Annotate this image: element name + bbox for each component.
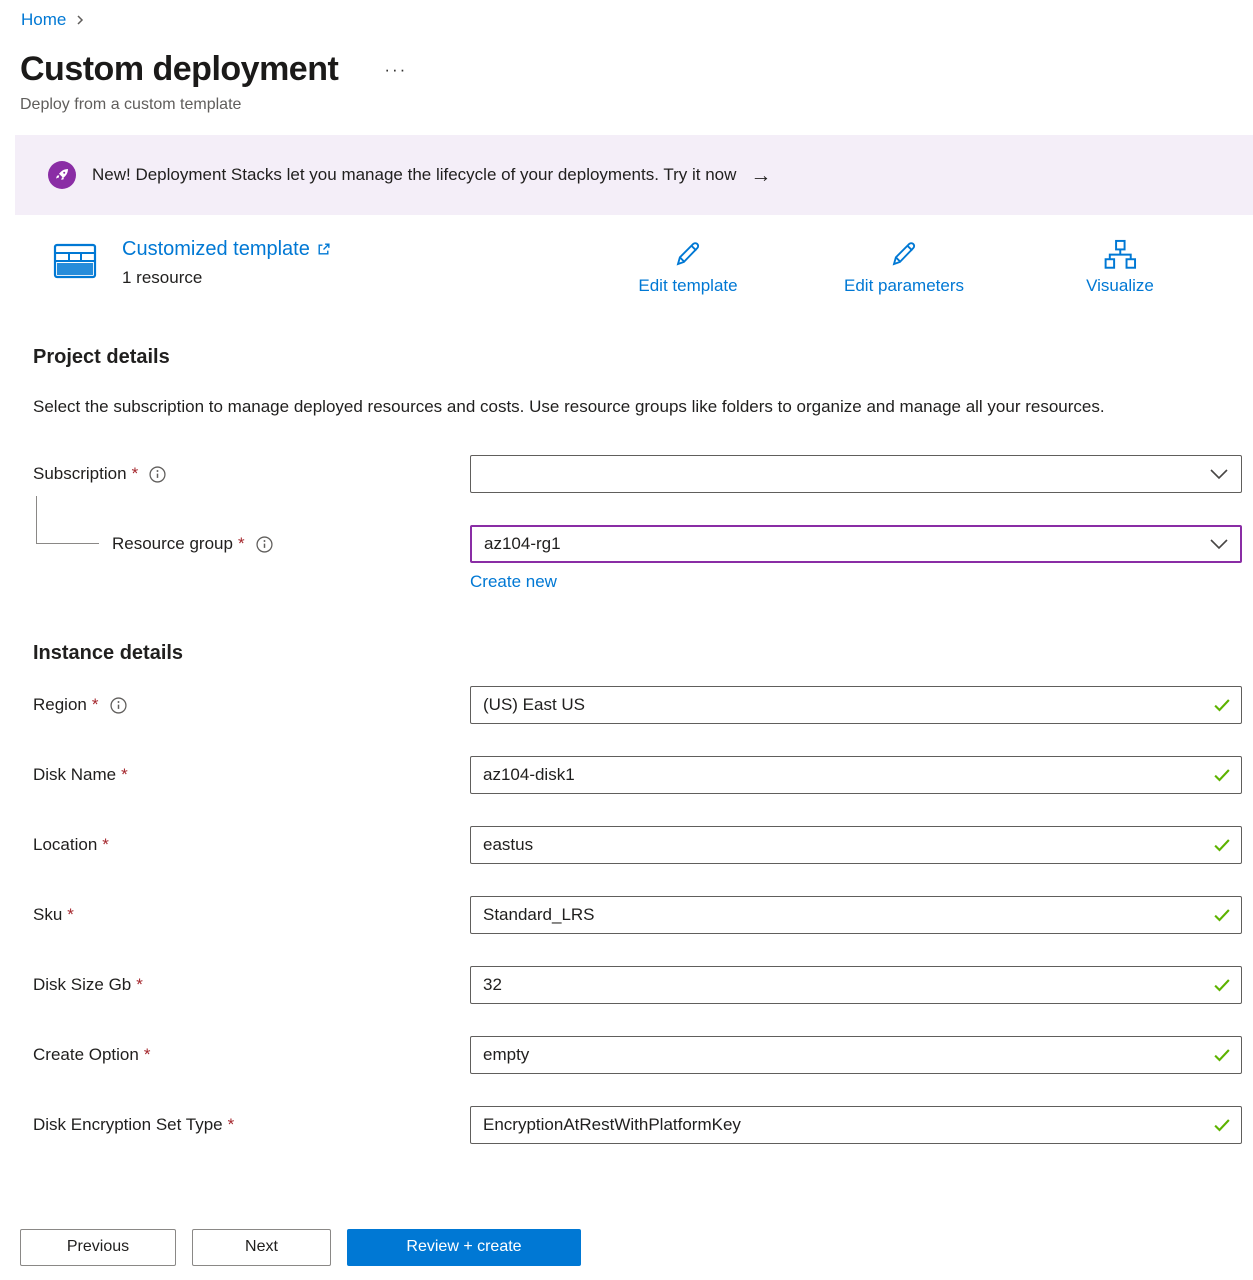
sku-label: Sku [33, 905, 62, 925]
region-row: Region* [33, 686, 1242, 724]
required-marker: * [238, 534, 245, 554]
disk-encryption-set-type-label: Disk Encryption Set Type [33, 1115, 223, 1135]
required-marker: * [121, 765, 128, 785]
project-details-description: Select the subscription to manage deploy… [33, 391, 1193, 422]
resource-group-label: Resource group [112, 534, 233, 554]
create-option-row: Create Option* [33, 1036, 1242, 1074]
required-marker: * [228, 1115, 235, 1135]
sku-input[interactable] [470, 896, 1242, 934]
required-marker: * [132, 464, 139, 484]
pencil-icon [888, 238, 920, 270]
banner-message-link[interactable]: New! Deployment Stacks let you manage th… [92, 165, 736, 185]
page-title: Custom deployment [20, 50, 338, 89]
required-marker: * [67, 905, 74, 925]
disk-size-gb-input[interactable] [470, 966, 1242, 1004]
location-label: Location [33, 835, 97, 855]
disk-size-gb-label: Disk Size Gb [33, 975, 131, 995]
required-marker: * [144, 1045, 151, 1065]
disk-name-input[interactable] [470, 756, 1242, 794]
project-details-heading: Project details [33, 346, 1253, 369]
resource-group-value: az104-rg1 [484, 534, 561, 554]
valid-check-icon [1212, 1115, 1232, 1135]
create-new-link[interactable]: Create new [470, 572, 557, 592]
required-marker: * [92, 695, 99, 715]
visualize-label: Visualize [1086, 276, 1154, 296]
template-link-label: Customized template [122, 238, 310, 261]
disk-name-label: Disk Name [33, 765, 116, 785]
valid-check-icon [1212, 975, 1232, 995]
page-subtitle: Deploy from a custom template [20, 96, 1253, 114]
valid-check-icon [1212, 695, 1232, 715]
pencil-icon [672, 238, 704, 270]
previous-button[interactable]: Previous [20, 1229, 176, 1266]
info-icon[interactable] [110, 697, 127, 714]
template-resource-count: 1 resource [122, 268, 331, 288]
edit-parameters-button[interactable]: Edit parameters [796, 238, 1012, 296]
info-icon[interactable] [149, 466, 166, 483]
required-marker: * [136, 975, 143, 995]
disk-encryption-set-type-input[interactable] [470, 1106, 1242, 1144]
create-option-label: Create Option [33, 1045, 139, 1065]
visualize-icon [1103, 238, 1137, 270]
resource-group-connector-line [36, 496, 99, 544]
location-input[interactable] [470, 826, 1242, 864]
disk-encryption-set-type-row: Disk Encryption Set Type* [33, 1106, 1242, 1144]
disk-name-row: Disk Name* [33, 756, 1242, 794]
valid-check-icon [1212, 765, 1232, 785]
edit-parameters-label: Edit parameters [844, 276, 964, 296]
resource-group-dropdown[interactable]: az104-rg1 [470, 525, 1242, 563]
subscription-row: Subscription* [33, 455, 1242, 493]
info-icon[interactable] [256, 536, 273, 553]
review-create-button[interactable]: Review + create [347, 1229, 581, 1266]
valid-check-icon [1212, 905, 1232, 925]
visualize-button[interactable]: Visualize [1012, 238, 1228, 296]
create-option-input[interactable] [470, 1036, 1242, 1074]
chevron-down-icon [1209, 537, 1229, 551]
instance-details-heading: Instance details [33, 642, 1253, 665]
subscription-dropdown[interactable] [470, 455, 1242, 493]
breadcrumb-chevron-icon [74, 14, 86, 26]
edit-template-label: Edit template [638, 276, 737, 296]
deployment-stacks-banner: New! Deployment Stacks let you manage th… [15, 135, 1253, 215]
chevron-down-icon [1209, 467, 1229, 481]
location-row: Location* [33, 826, 1242, 864]
custom-deployment-page: Home Custom deployment ··· Deploy from a… [0, 0, 1253, 1280]
breadcrumb: Home [21, 10, 1253, 30]
breadcrumb-home-link[interactable]: Home [21, 10, 66, 30]
sku-row: Sku* [33, 896, 1242, 934]
more-options-button[interactable]: ··· [380, 57, 411, 82]
arrow-right-icon: → [750, 165, 771, 186]
external-link-icon [316, 242, 331, 257]
subscription-label: Subscription [33, 464, 127, 484]
region-input[interactable] [470, 686, 1242, 724]
disk-size-gb-row: Disk Size Gb* [33, 966, 1242, 1004]
required-marker: * [102, 835, 109, 855]
edit-template-button[interactable]: Edit template [580, 238, 796, 296]
valid-check-icon [1212, 835, 1232, 855]
valid-check-icon [1212, 1045, 1232, 1065]
customized-template-link[interactable]: Customized template [122, 238, 331, 261]
resource-group-row: Resource group* az104-rg1 [33, 525, 1242, 563]
template-icon [52, 238, 98, 284]
footer-action-bar: Previous Next Review + create [0, 1214, 1253, 1280]
region-label: Region [33, 695, 87, 715]
rocket-icon [48, 161, 76, 189]
next-button[interactable]: Next [192, 1229, 331, 1266]
